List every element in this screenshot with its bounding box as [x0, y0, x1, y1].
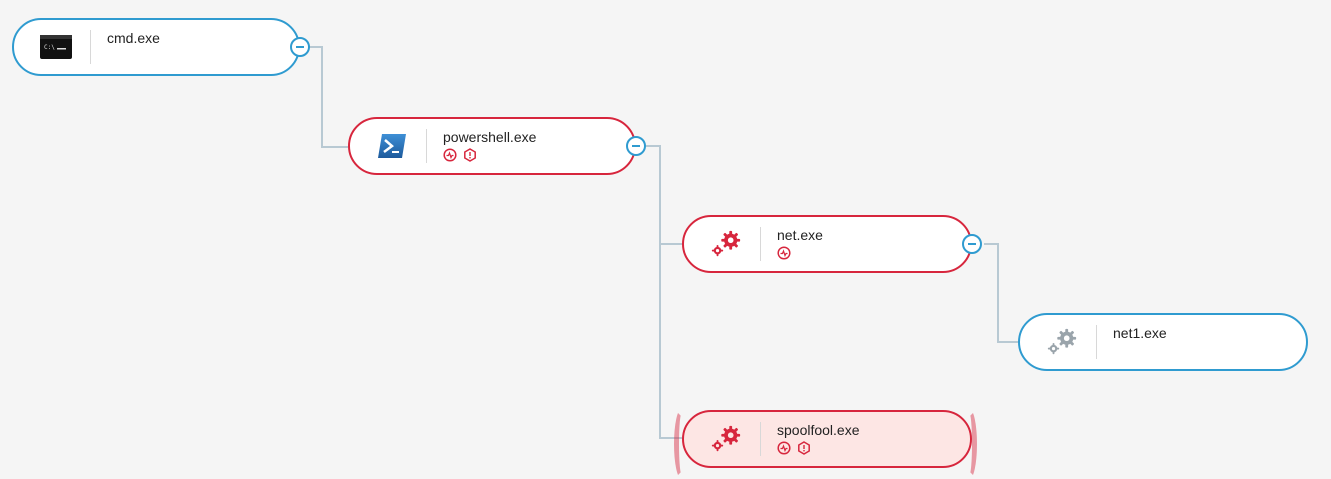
gears-icon [710, 230, 742, 258]
process-node-net1[interactable]: net1.exe [1018, 313, 1308, 371]
collapse-toggle-powershell[interactable] [626, 136, 646, 156]
svg-text:C:\: C:\ [44, 44, 55, 51]
process-label: net.exe [777, 227, 823, 243]
console-icon: C:\ [40, 33, 72, 61]
connector-net-net1 [984, 243, 1018, 343]
gears-icon [1046, 328, 1078, 356]
process-label: cmd.exe [107, 30, 160, 46]
node-separator [760, 422, 761, 456]
minus-icon [632, 145, 640, 147]
node-separator [426, 129, 427, 163]
process-tree-canvas: C:\ cmd.exe powershell.exe net.exe net1.… [0, 0, 1331, 479]
minus-icon [296, 46, 304, 48]
hexagon-alert-icon [464, 148, 476, 162]
process-node-net[interactable]: net.exe [682, 215, 972, 273]
collapse-toggle-net[interactable] [962, 234, 982, 254]
connector-powershell-spoolfool [659, 244, 682, 439]
process-node-cmd[interactable]: C:\ cmd.exe [12, 18, 300, 76]
connector-powershell-net [646, 145, 682, 245]
activity-badge-icon [443, 148, 457, 162]
process-label: net1.exe [1113, 325, 1167, 341]
powershell-icon [376, 132, 408, 160]
activity-badge-icon [777, 246, 791, 260]
node-separator [760, 227, 761, 261]
process-node-spoolfool[interactable]: spoolfool.exe [682, 410, 972, 468]
node-separator [90, 30, 91, 64]
alert-badges [777, 246, 791, 260]
collapse-toggle-cmd[interactable] [290, 37, 310, 57]
connector-cmd-powershell [308, 46, 348, 148]
alert-badges [777, 441, 811, 455]
alert-badges [443, 148, 477, 162]
process-label: spoolfool.exe [777, 422, 860, 438]
activity-badge-icon [777, 441, 791, 455]
process-label: powershell.exe [443, 129, 537, 145]
gears-icon [710, 425, 742, 453]
node-separator [1096, 325, 1097, 359]
hexagon-alert-icon [798, 441, 810, 455]
minus-icon [968, 243, 976, 245]
process-node-powershell[interactable]: powershell.exe [348, 117, 636, 175]
